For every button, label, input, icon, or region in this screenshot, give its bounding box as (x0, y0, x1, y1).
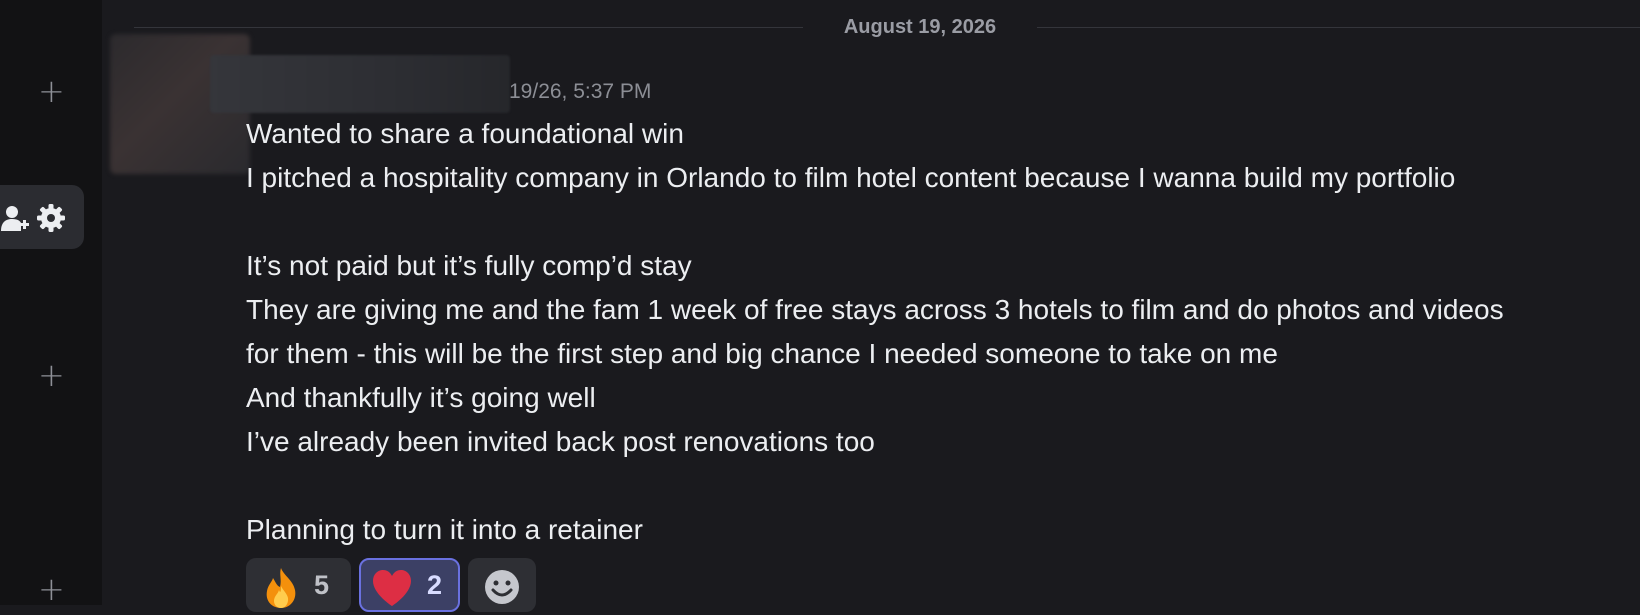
add-user-icon[interactable] (0, 203, 30, 238)
add-reaction-icon (484, 569, 520, 610)
add-icon[interactable]: + (38, 75, 65, 107)
gear-icon[interactable] (36, 203, 66, 238)
add-icon[interactable]: + (38, 573, 65, 605)
date-divider-line (134, 27, 803, 28)
chat-area: August 19, 2026 19/26, 5:37 PM Wanted to… (102, 0, 1640, 612)
reaction-fire[interactable]: 5 (246, 558, 351, 612)
active-channel-actions (0, 185, 84, 249)
reaction-count: 2 (427, 570, 443, 600)
message-line: for them - this will be the first step a… (246, 338, 1278, 369)
message-timestamp: 19/26, 5:37 PM (509, 80, 652, 103)
message-line: And thankfully it’s going well (246, 382, 596, 413)
add-icon[interactable]: + (38, 359, 65, 391)
message-line: I’ve already been invited back post reno… (246, 426, 875, 457)
date-divider-line (1037, 27, 1640, 28)
reaction-heart[interactable]: 2 (359, 558, 460, 612)
add-reaction-button[interactable] (468, 558, 536, 612)
message-line: They are giving me and the fam 1 week of… (246, 294, 1504, 325)
heart-emoji (371, 568, 413, 613)
message-line: I pitched a hospitality company in Orlan… (246, 162, 1456, 193)
message-line: It’s not paid but it’s fully comp’d stay (246, 250, 692, 281)
fire-emoji (260, 566, 302, 615)
message-line: Wanted to share a foundational win (246, 118, 684, 149)
date-divider: August 19, 2026 (843, 16, 997, 38)
username-redacted (210, 55, 510, 113)
server-sidebar: + + + (0, 0, 102, 605)
message-line: Planning to turn it into a retainer (246, 514, 643, 545)
message-content: Wanted to share a foundational win I pit… (246, 112, 1636, 552)
reaction-count: 5 (314, 570, 330, 600)
